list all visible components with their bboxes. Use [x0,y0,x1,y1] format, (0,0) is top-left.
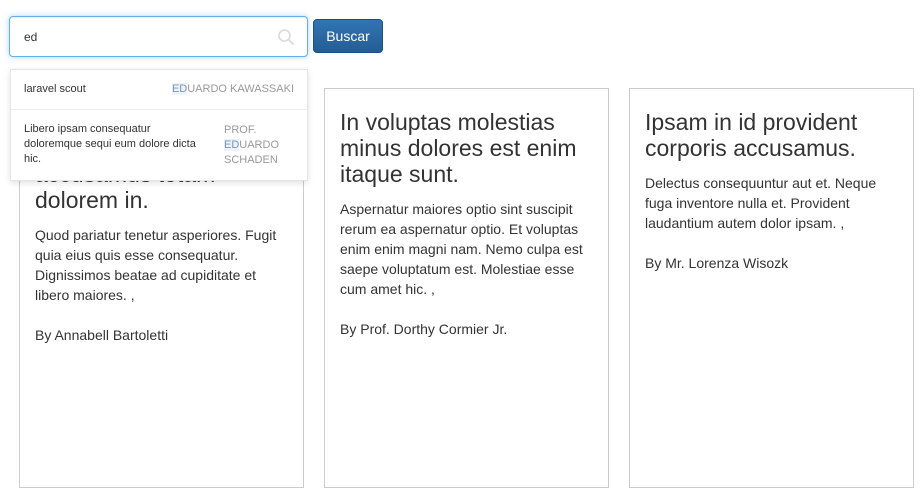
suggestion-author: EDUARDO KAWASSAKI [171,82,294,97]
author-prefix: PROF. [224,124,257,136]
search-icon [278,29,294,45]
match-highlight: ED [224,139,240,151]
suggestion-title: Libero ipsam consequatur doloremque sequ… [24,123,196,165]
page: Buscar accusamus totam dolorem in. Quod … [0,0,920,495]
post-card: In voluptas molestias minus dolores est … [324,88,609,488]
match-highlight: ED [171,83,188,95]
suggestion-item[interactable]: Libero ipsam consequatur doloremque sequ… [11,110,307,180]
autocomplete-dropdown: laravel scout EDUARDO KAWASSAKI Libero i… [10,69,308,181]
author-rest: UARDO KAWASSAKI [187,83,294,95]
search-button[interactable]: Buscar [313,19,383,53]
suggestion-title: laravel scout [24,83,86,95]
card-body: Delectus consequuntur aut et. Neque fuga… [645,175,877,231]
card-author: By Mr. Lorenza Wisozk [645,255,789,271]
suggestion-item[interactable]: laravel scout EDUARDO KAWASSAKI [11,70,307,110]
card-body: Quod pariatur tenetur asperiores. Fugit … [35,227,277,303]
card-author: By Prof. Dorthy Cormier Jr. [340,321,508,337]
search-box[interactable] [9,16,308,57]
post-card: Ipsam in id provident corporis accusamus… [629,88,914,488]
card-author: By Annabell Bartoletti [35,327,169,343]
card-title[interactable]: In voluptas molestias minus dolores est … [340,109,593,187]
card-body: Aspernatur maiores optio sint suscipit r… [340,201,583,297]
card-title[interactable]: Ipsam in id provident corporis accusamus… [645,109,898,161]
search-input[interactable] [10,17,307,56]
suggestion-author: PROF. EDUARDO SCHADEN [224,122,294,180]
